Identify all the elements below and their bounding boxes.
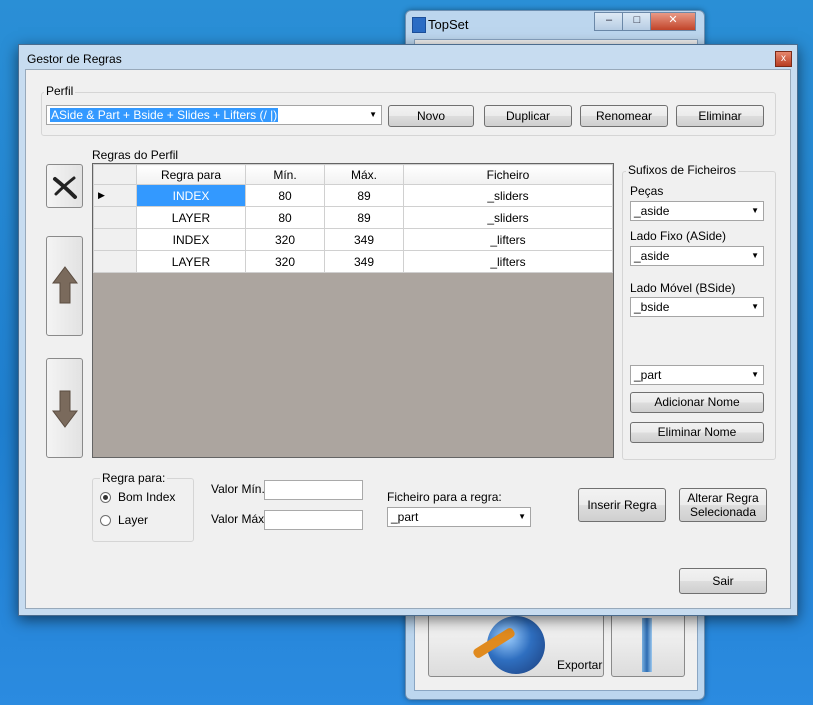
rules-manager-dialog: Gestor de Regras x Perfil ASide & Part +… xyxy=(18,44,798,616)
pecas-select[interactable]: _aside ▼ xyxy=(630,201,764,221)
arrow-down-icon xyxy=(52,390,78,428)
radio-layer[interactable] xyxy=(100,515,111,526)
update-rule-line1: Alterar Regra xyxy=(687,491,759,505)
lado-fixo-value: _aside xyxy=(634,249,670,263)
chevron-down-icon: ▼ xyxy=(751,251,759,260)
minimize-button[interactable]: – xyxy=(594,12,624,31)
table-cell[interactable]: INDEX xyxy=(136,228,246,251)
rule-file-select[interactable]: _part ▼ xyxy=(387,507,531,527)
chevron-down-icon: ▼ xyxy=(518,512,526,521)
update-rule-line2: Selecionada xyxy=(689,505,757,519)
radio-bom-index-label: Bom Index xyxy=(118,490,176,504)
column-header[interactable]: Ficheiro xyxy=(403,164,613,185)
row-header-corner xyxy=(93,164,137,185)
table-row[interactable]: INDEX 320 349 _lifters xyxy=(93,228,613,251)
min-value-label: Valor Mín. xyxy=(211,482,265,496)
dialog-client: Perfil ASide & Part + Bside + Slides + L… xyxy=(25,69,791,609)
pecas-value: _aside xyxy=(634,204,670,218)
min-value-input[interactable] xyxy=(264,480,363,500)
table-header: Regra para Mín. Máx. Ficheiro xyxy=(93,164,613,185)
column-icon xyxy=(642,618,652,672)
table-cell[interactable]: 80 xyxy=(245,184,325,207)
pecas-label: Peças xyxy=(630,184,664,198)
duplicar-button[interactable]: Duplicar xyxy=(484,105,572,127)
chevron-down-icon: ▼ xyxy=(751,370,759,379)
remove-name-button[interactable]: Eliminar Nome xyxy=(630,422,764,443)
topset-title: TopSet xyxy=(428,17,469,32)
radio-layer-label: Layer xyxy=(118,513,149,527)
current-row-marker: ▶ xyxy=(93,184,137,207)
perfil-selected-text: ASide & Part + Bside + Slides + Lifters … xyxy=(50,108,279,122)
insert-rule-button[interactable]: Inserir Regra xyxy=(578,488,666,522)
table-cell[interactable]: 349 xyxy=(324,250,404,273)
table-row[interactable]: ▶ INDEX 80 89 _sliders xyxy=(93,184,613,207)
max-value-input[interactable] xyxy=(264,510,363,530)
table-cell[interactable]: 89 xyxy=(324,184,404,207)
renomear-button[interactable]: Renomear xyxy=(580,105,668,127)
column-header[interactable]: Máx. xyxy=(324,164,404,185)
table-cell[interactable]: INDEX xyxy=(136,184,246,207)
rules-table: Regra para Mín. Máx. Ficheiro ▶ INDEX 80… xyxy=(93,164,613,273)
eliminar-button[interactable]: Eliminar xyxy=(676,105,764,127)
dialog-title: Gestor de Regras xyxy=(27,52,122,66)
rules-grid[interactable]: Regra para Mín. Máx. Ficheiro ▶ INDEX 80… xyxy=(92,163,614,458)
move-up-button[interactable] xyxy=(46,236,83,336)
row-header[interactable] xyxy=(93,228,137,251)
table-cell[interactable]: 320 xyxy=(245,228,325,251)
rule-type-label: Regra para: xyxy=(100,471,168,485)
name-select[interactable]: _part ▼ xyxy=(630,365,764,385)
table-cell[interactable]: _lifters xyxy=(403,250,613,273)
table-cell[interactable]: 320 xyxy=(245,250,325,273)
table-cell[interactable]: _lifters xyxy=(403,228,613,251)
arrow-up-icon xyxy=(52,266,78,304)
export-label: Exportar xyxy=(557,658,603,672)
lado-fixo-label: Lado Fixo (ASide) xyxy=(630,229,727,243)
cross-icon xyxy=(53,176,77,199)
lado-fixo-select[interactable]: _aside ▼ xyxy=(630,246,764,266)
chevron-down-icon: ▼ xyxy=(369,110,377,119)
lado-movel-value: _bside xyxy=(634,300,670,314)
column-button[interactable] xyxy=(611,611,685,677)
app-icon xyxy=(412,17,426,33)
lado-movel-select[interactable]: _bside ▼ xyxy=(630,297,764,317)
radio-bom-index[interactable] xyxy=(100,492,111,503)
table-cell[interactable]: 89 xyxy=(324,206,404,229)
rule-file-value: _part xyxy=(391,510,419,524)
exit-button[interactable]: Sair xyxy=(679,568,767,594)
add-name-button[interactable]: Adicionar Nome xyxy=(630,392,764,413)
table-cell[interactable]: LAYER xyxy=(136,250,246,273)
table-cell[interactable]: _sliders xyxy=(403,184,613,207)
table-cell[interactable]: LAYER xyxy=(136,206,246,229)
row-header[interactable] xyxy=(93,206,137,229)
update-rule-button[interactable]: Alterar Regra Selecionada xyxy=(679,488,767,522)
chevron-down-icon: ▼ xyxy=(751,302,759,311)
chevron-down-icon: ▼ xyxy=(751,206,759,215)
column-header[interactable]: Regra para xyxy=(136,164,246,185)
lado-movel-label: Lado Móvel (BSide) xyxy=(630,281,736,295)
table-cell[interactable]: 80 xyxy=(245,206,325,229)
export-button[interactable]: Exportar xyxy=(428,611,604,677)
max-value-label: Valor Máx. xyxy=(211,512,268,526)
dialog-close-button[interactable]: x xyxy=(775,51,792,67)
move-down-button[interactable] xyxy=(46,358,83,458)
grid-label: Regras do Perfil xyxy=(92,148,179,162)
maximize-button[interactable]: □ xyxy=(622,12,652,31)
novo-button[interactable]: Novo xyxy=(388,105,474,127)
rule-type-group xyxy=(92,478,194,542)
table-cell[interactable]: 349 xyxy=(324,228,404,251)
perfil-select[interactable]: ASide & Part + Bside + Slides + Lifters … xyxy=(46,105,382,125)
table-cell[interactable]: _sliders xyxy=(403,206,613,229)
rule-file-label: Ficheiro para a regra: xyxy=(387,490,502,504)
table-row[interactable]: LAYER 80 89 _sliders xyxy=(93,206,613,229)
delete-rule-button[interactable] xyxy=(46,164,83,208)
name-value: _part xyxy=(634,368,662,382)
close-button[interactable]: ✕ xyxy=(650,12,696,31)
perfil-label: Perfil xyxy=(44,84,76,98)
suffixes-label: Sufixos de Ficheiros xyxy=(626,163,739,177)
table-row[interactable]: LAYER 320 349 _lifters xyxy=(93,250,613,273)
column-header[interactable]: Mín. xyxy=(245,164,325,185)
row-header[interactable] xyxy=(93,250,137,273)
